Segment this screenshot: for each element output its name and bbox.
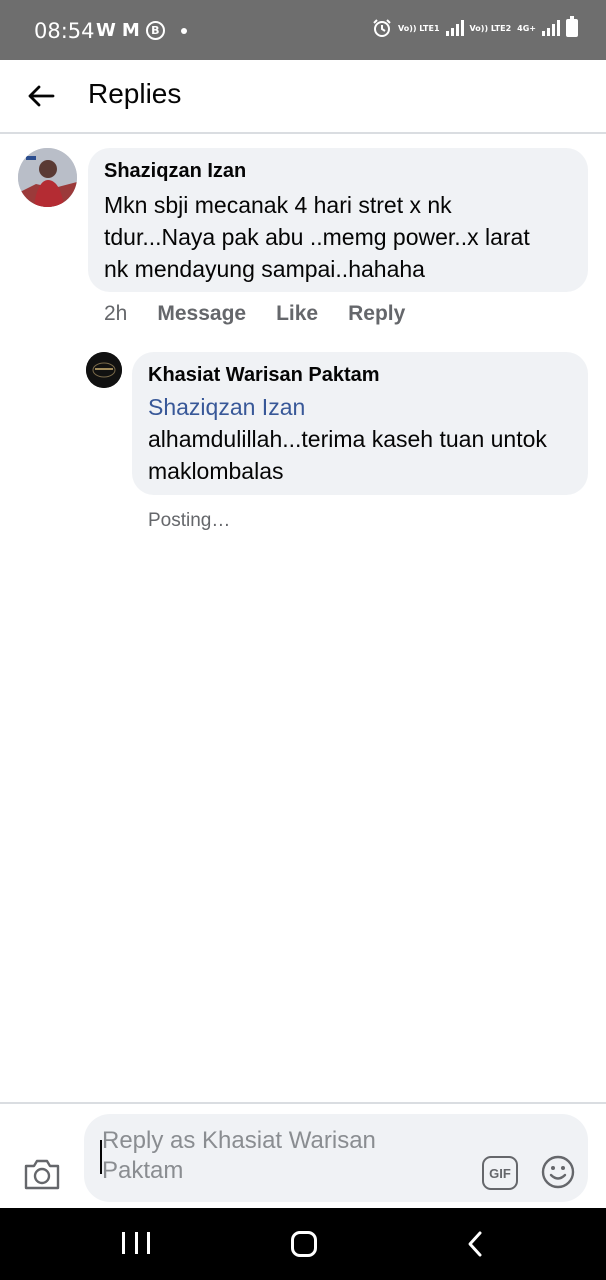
more-notifications-icon (180, 27, 187, 34)
signal-2-icon (542, 20, 560, 36)
navigation-bar (0, 1208, 606, 1280)
lte1-label: Vo)) LTE1 (397, 23, 440, 33)
notification-icons: W M B (96, 20, 187, 41)
system-icons: Vo)) LTE1 Vo)) LTE2 4G+ (372, 16, 578, 38)
gmail-icon: M (121, 20, 140, 41)
avatar[interactable] (18, 148, 77, 207)
avatar[interactable] (86, 352, 122, 388)
chevron-left-icon (468, 1231, 482, 1257)
arrow-left-icon (28, 85, 55, 107)
lte2-label: Vo)) LTE2 (469, 23, 512, 33)
camera-icon (24, 1159, 60, 1190)
page-logo-icon (86, 352, 122, 388)
comment-bubble[interactable]: Shaziqzan Izan Mkn sbji mecanak 4 hari s… (88, 148, 588, 292)
comment-actions: 2h Message Like Reply (104, 302, 405, 326)
page-title: Replies (88, 78, 182, 109)
reply-text: alhamdulillah...terima kaseh tuan untok … (148, 426, 547, 484)
message-button[interactable]: Message (157, 302, 246, 326)
back-icon[interactable] (462, 1230, 490, 1258)
alarm-icon (373, 19, 391, 37)
reply-composer: Reply as Khasiat Warisan Paktam GIF (0, 1102, 606, 1208)
reply-input[interactable]: Reply as Khasiat Warisan Paktam GIF (84, 1114, 588, 1202)
b-app-icon: B (145, 21, 165, 40)
status-time: 08:54 (34, 19, 95, 43)
header: Replies (0, 60, 606, 134)
reply-placeholder: Reply as Khasiat Warisan Paktam (102, 1127, 376, 1184)
gif-button[interactable]: GIF (482, 1156, 518, 1190)
mention-link[interactable]: Shaziqzan Izan (148, 391, 572, 423)
comment-text: Mkn sbji mecanak 4 hari stret x nk tdur.… (104, 192, 530, 282)
home-icon[interactable] (291, 1231, 317, 1257)
smiley-icon (541, 1155, 575, 1189)
4g-label: 4G+ (517, 23, 536, 33)
w-app-icon: W (96, 20, 116, 41)
camera-button[interactable] (22, 1156, 62, 1192)
recent-apps-icon[interactable] (122, 1232, 150, 1254)
reply-author[interactable]: Khasiat Warisan Paktam (148, 364, 572, 387)
reply-button[interactable]: Reply (348, 302, 405, 326)
comment-author[interactable]: Shaziqzan Izan (104, 160, 572, 183)
battery-icon (566, 16, 578, 37)
signal-1-icon (445, 20, 464, 36)
posting-status: Posting… (148, 510, 231, 531)
reply-bubble[interactable]: Khasiat Warisan Paktam Shaziqzan Izan al… (132, 352, 588, 495)
like-button[interactable]: Like (276, 302, 318, 326)
comment-time: 2h (104, 302, 128, 325)
emoji-button[interactable] (540, 1154, 576, 1190)
status-bar: 08:54 W M B Vo)) LTE1 Vo)) LTE2 4G+ (0, 0, 606, 60)
profile-photo-icon (18, 148, 77, 207)
back-button[interactable] (20, 78, 62, 114)
